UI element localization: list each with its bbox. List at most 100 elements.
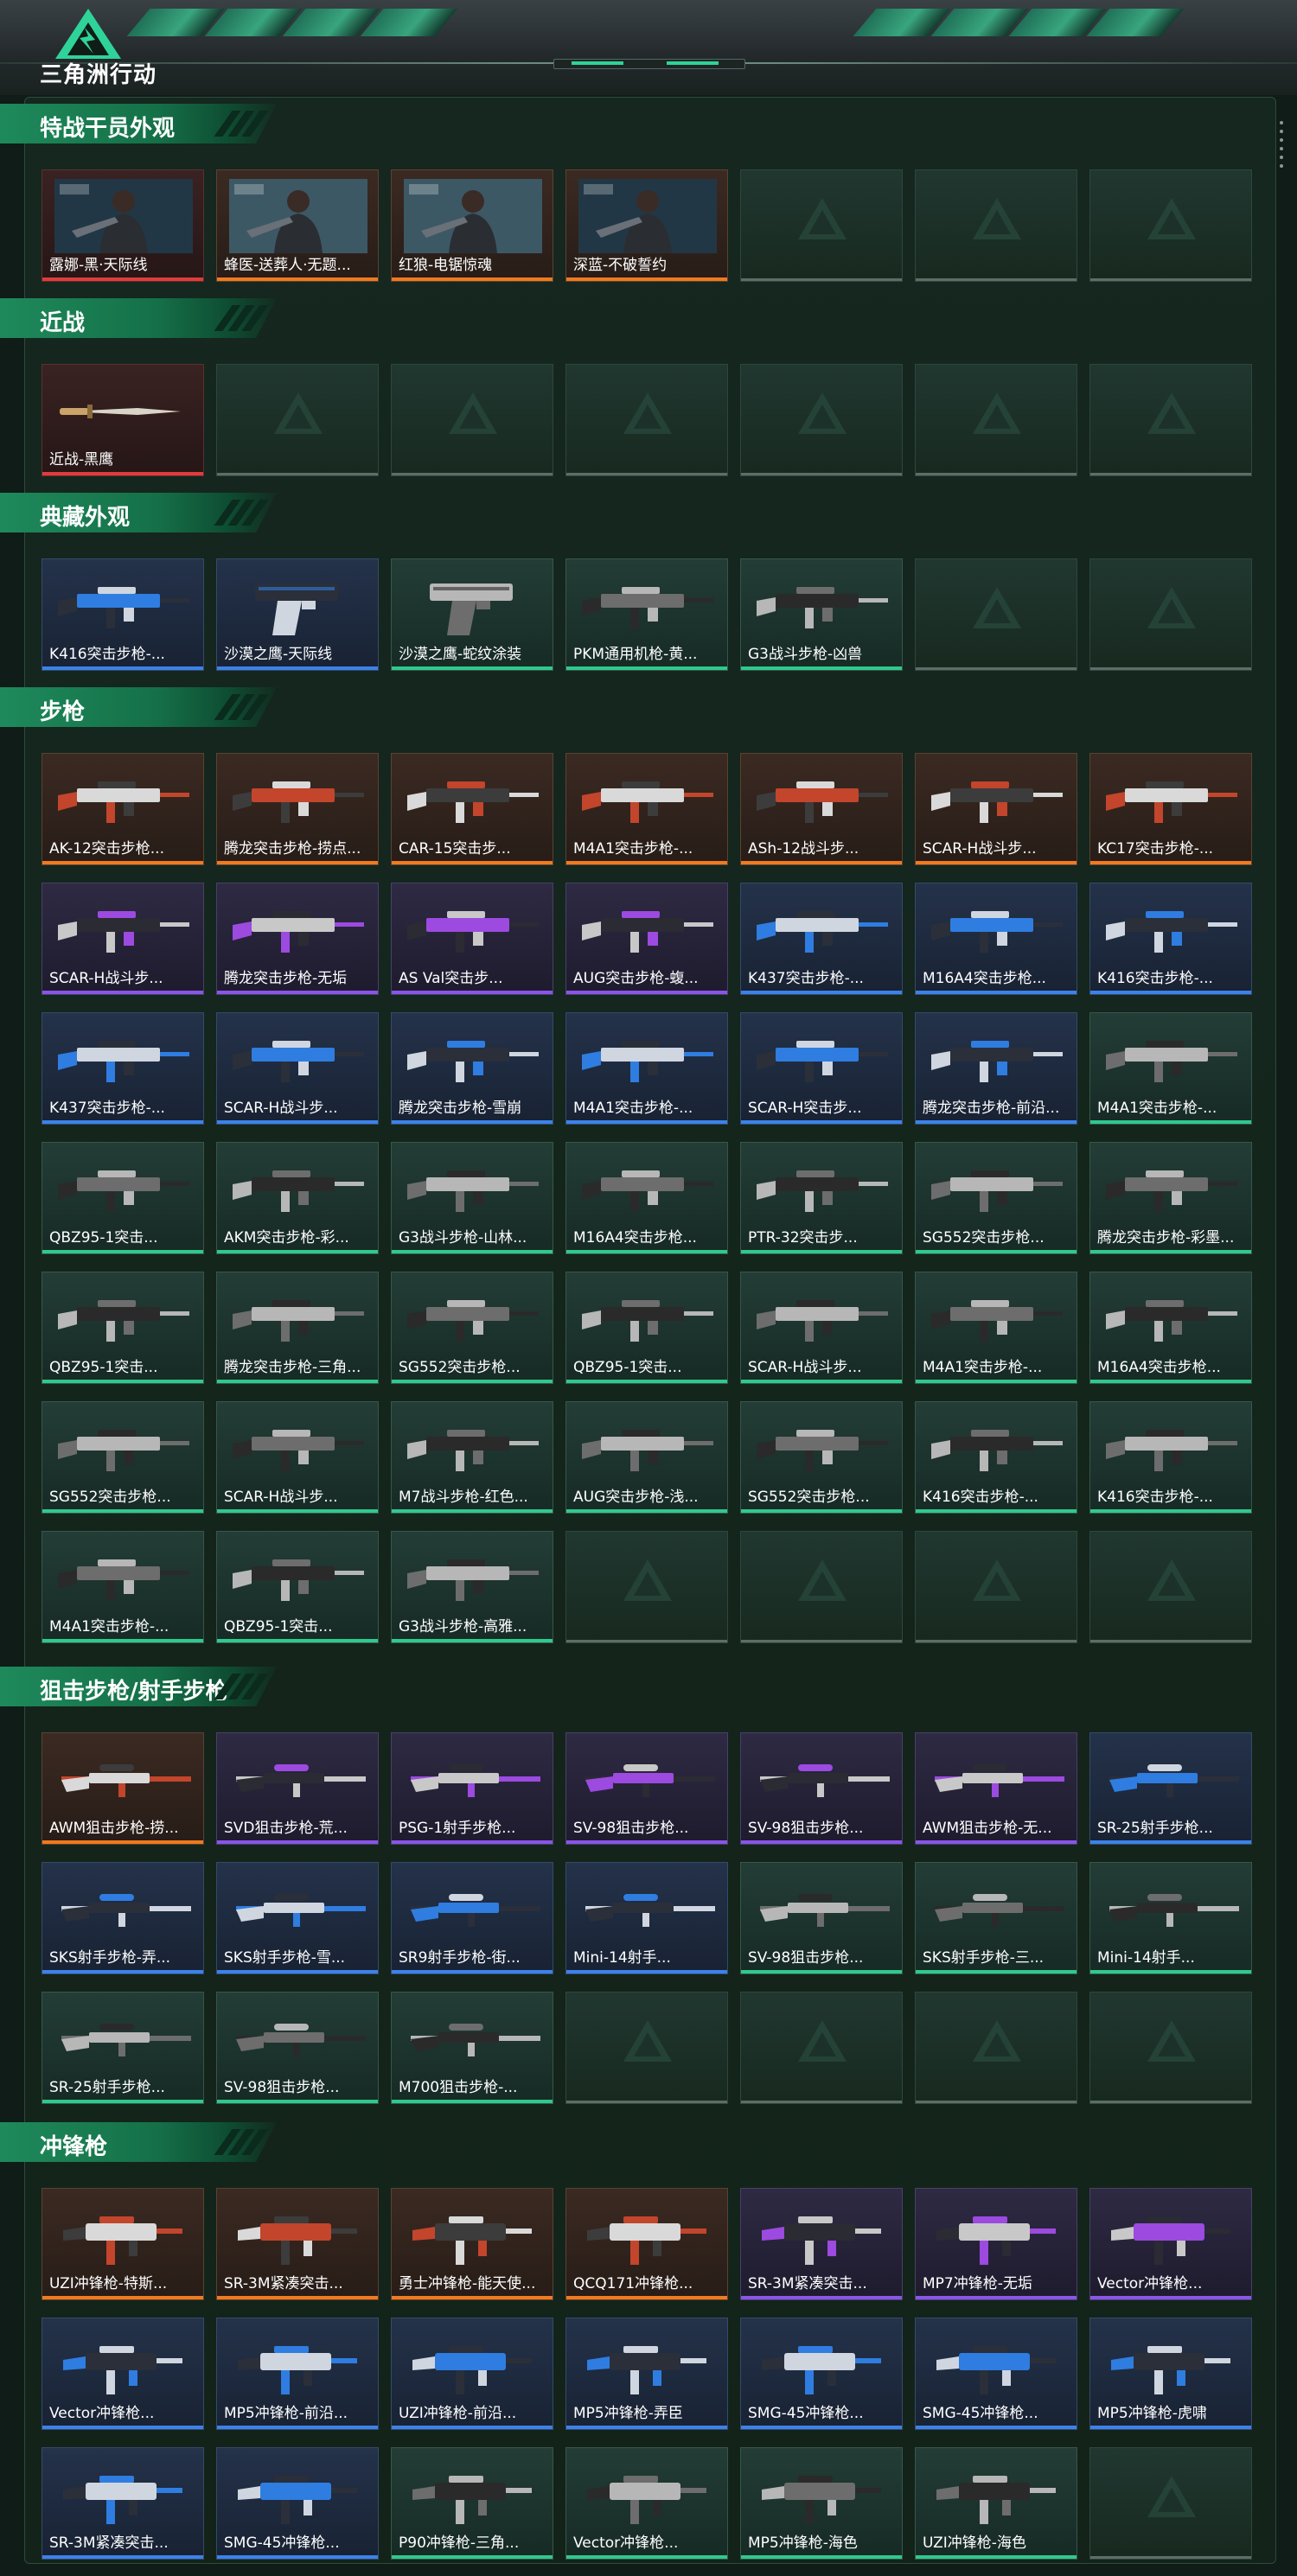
skin-card[interactable]: MP5冲锋枪-海色: [740, 2447, 903, 2560]
skin-card[interactable]: PKM通用机枪-黄...: [565, 558, 728, 671]
skin-card[interactable]: M16A4突击步枪...: [565, 1142, 728, 1254]
skin-card[interactable]: ASh-12战斗步...: [740, 753, 903, 865]
skin-card[interactable]: SMG-45冲锋枪...: [915, 2318, 1077, 2430]
skin-card[interactable]: PTR-32突击步...: [740, 1142, 903, 1254]
skin-card[interactable]: SCAR-H突击步...: [740, 1012, 903, 1125]
skin-card[interactable]: K416突击步枪-...: [1089, 883, 1252, 995]
skin-card[interactable]: MP7冲锋枪-无垢: [915, 2188, 1077, 2300]
skin-card[interactable]: 腾龙突击步枪-捞点...: [216, 753, 379, 865]
rarity-bar: [392, 2100, 553, 2103]
skin-card[interactable]: 沙漠之鹰-天际线: [216, 558, 379, 671]
skin-card[interactable]: SCAR-H战斗步...: [740, 1272, 903, 1384]
skin-card[interactable]: SR9射手步枪-街...: [391, 1862, 553, 1974]
skin-card[interactable]: SR-25射手步枪...: [1089, 1732, 1252, 1845]
skin-card[interactable]: QBZ95-1突击...: [42, 1272, 204, 1384]
skin-card[interactable]: QBZ95-1突击...: [565, 1272, 728, 1384]
rarity-bar: [217, 2100, 378, 2103]
skin-card[interactable]: SG552突击步枪...: [740, 1401, 903, 1514]
skin-card[interactable]: SKS射手步枪-三...: [915, 1862, 1077, 1974]
rarity-bar: [916, 473, 1077, 475]
skin-card[interactable]: CAR-15突击步...: [391, 753, 553, 865]
rifle-icon: [1106, 1170, 1237, 1212]
skin-card[interactable]: MP5冲锋枪-前沿...: [216, 2318, 379, 2430]
skin-card[interactable]: M16A4突击步枪...: [1089, 1272, 1252, 1384]
skin-card[interactable]: QBZ95-1突击...: [42, 1142, 204, 1254]
skin-card[interactable]: Vector冲锋枪...: [565, 2447, 728, 2560]
skin-card[interactable]: SCAR-H战斗步...: [915, 753, 1077, 865]
skin-card[interactable]: AUG突击步枪-浅...: [565, 1401, 728, 1514]
skin-card[interactable]: 近战-黑鹰: [42, 364, 204, 476]
skin-card[interactable]: AWM狙击步枪-无...: [915, 1732, 1077, 1845]
rarity-bar: [392, 2296, 553, 2299]
skin-card[interactable]: SV-98狙击步枪...: [216, 1992, 379, 2104]
skin-card[interactable]: SKS射手步枪-弄...: [42, 1862, 204, 1974]
skin-card[interactable]: M4A1突击步枪-...: [1089, 1012, 1252, 1125]
skin-card[interactable]: SV-98狙击步枪...: [565, 1732, 728, 1845]
skin-card[interactable]: Vector冲锋枪...: [42, 2318, 204, 2430]
skin-card[interactable]: G3战斗步枪-山林...: [391, 1142, 553, 1254]
skin-card[interactable]: M4A1突击步枪-...: [42, 1531, 204, 1643]
skin-card[interactable]: 红狼-电锯惊魂: [391, 169, 553, 282]
scrollbar[interactable]: [1280, 121, 1283, 173]
skin-card[interactable]: K416突击步枪-...: [1089, 1401, 1252, 1514]
skin-card-label: K416突击步枪-...: [1097, 970, 1213, 987]
skin-card[interactable]: 腾龙突击步枪-无垢: [216, 883, 379, 995]
skin-card[interactable]: SCAR-H战斗步...: [216, 1012, 379, 1125]
skin-card[interactable]: SCAR-H战斗步...: [216, 1401, 379, 1514]
skin-card[interactable]: SVD狙击步枪-荒...: [216, 1732, 379, 1845]
skin-card[interactable]: SMG-45冲锋枪...: [740, 2318, 903, 2430]
skin-card[interactable]: M16A4突击步枪...: [915, 883, 1077, 995]
skin-card[interactable]: SR-3M紧凑突击...: [740, 2188, 903, 2300]
skin-card[interactable]: SR-25射手步枪...: [42, 1992, 204, 2104]
skin-card[interactable]: 腾龙突击步枪-雪崩: [391, 1012, 553, 1125]
skin-card[interactable]: M4A1突击步枪-...: [565, 753, 728, 865]
skin-card[interactable]: SV-98狙击步枪...: [740, 1862, 903, 1974]
skin-card[interactable]: M4A1突击步枪-...: [915, 1272, 1077, 1384]
skin-card[interactable]: 蜂医-送葬人·无题...: [216, 169, 379, 282]
skin-card[interactable]: 勇士冲锋枪-能天使...: [391, 2188, 553, 2300]
skin-card[interactable]: K437突击步枪-...: [42, 1012, 204, 1125]
skin-card[interactable]: 沙漠之鹰-蛇纹涂装: [391, 558, 553, 671]
skin-card[interactable]: QBZ95-1突击...: [216, 1531, 379, 1643]
skin-card[interactable]: SCAR-H战斗步...: [42, 883, 204, 995]
skin-card[interactable]: QCQ171冲锋枪...: [565, 2188, 728, 2300]
skin-card[interactable]: SG552突击步枪...: [915, 1142, 1077, 1254]
skin-card[interactable]: 腾龙突击步枪-前沿...: [915, 1012, 1077, 1125]
skin-card[interactable]: KC17突击步枪-...: [1089, 753, 1252, 865]
skin-card[interactable]: SV-98狙击步枪...: [740, 1732, 903, 1845]
skin-card[interactable]: SKS射手步枪-雪...: [216, 1862, 379, 1974]
skin-card[interactable]: K416突击步枪-...: [915, 1401, 1077, 1514]
skin-card[interactable]: MP5冲锋枪-虎啸: [1089, 2318, 1252, 2430]
skin-card[interactable]: SG552突击步枪...: [391, 1272, 553, 1384]
skin-card[interactable]: Vector冲锋枪...: [1089, 2188, 1252, 2300]
skin-card[interactable]: AS Val突击步...: [391, 883, 553, 995]
skin-card[interactable]: K416突击步枪-...: [42, 558, 204, 671]
skin-card[interactable]: AKM突击步枪-彩...: [216, 1142, 379, 1254]
skin-card[interactable]: Mini-14射手...: [1089, 1862, 1252, 1974]
skin-card[interactable]: AWM狙击步枪-捞...: [42, 1732, 204, 1845]
empty-slot: [1089, 1531, 1252, 1643]
skin-card[interactable]: AK-12突击步枪...: [42, 753, 204, 865]
skin-card[interactable]: UZI冲锋枪-海色: [915, 2447, 1077, 2560]
skin-card[interactable]: SG552突击步枪...: [42, 1401, 204, 1514]
skin-card[interactable]: SMG-45冲锋枪...: [216, 2447, 379, 2560]
skin-card[interactable]: M700狙击步枪-...: [391, 1992, 553, 2104]
skin-card[interactable]: MP5冲锋枪-弄臣: [565, 2318, 728, 2430]
skin-card[interactable]: Mini-14射手...: [565, 1862, 728, 1974]
skin-card[interactable]: M4A1突击步枪-...: [565, 1012, 728, 1125]
skin-card[interactable]: G3战斗步枪-凶兽: [740, 558, 903, 671]
skin-card[interactable]: PSG-1射手步枪...: [391, 1732, 553, 1845]
skin-card[interactable]: UZI冲锋枪-特斯...: [42, 2188, 204, 2300]
skin-card[interactable]: 露娜-黑·天际线: [42, 169, 204, 282]
skin-card[interactable]: 深蓝-不破誓约: [565, 169, 728, 282]
skin-card[interactable]: 腾龙突击步枪-三角...: [216, 1272, 379, 1384]
skin-card[interactable]: UZI冲锋枪-前沿...: [391, 2318, 553, 2430]
skin-card[interactable]: SR-3M紧凑突击...: [42, 2447, 204, 2560]
skin-card[interactable]: AUG突击步枪-蝮...: [565, 883, 728, 995]
skin-card[interactable]: P90冲锋枪-三角...: [391, 2447, 553, 2560]
skin-card[interactable]: K437突击步枪-...: [740, 883, 903, 995]
skin-card[interactable]: G3战斗步枪-高雅...: [391, 1531, 553, 1643]
skin-card[interactable]: 腾龙突击步枪-彩墨...: [1089, 1142, 1252, 1254]
skin-card[interactable]: M7战斗步枪-红色...: [391, 1401, 553, 1514]
skin-card[interactable]: SR-3M紧凑突击...: [216, 2188, 379, 2300]
